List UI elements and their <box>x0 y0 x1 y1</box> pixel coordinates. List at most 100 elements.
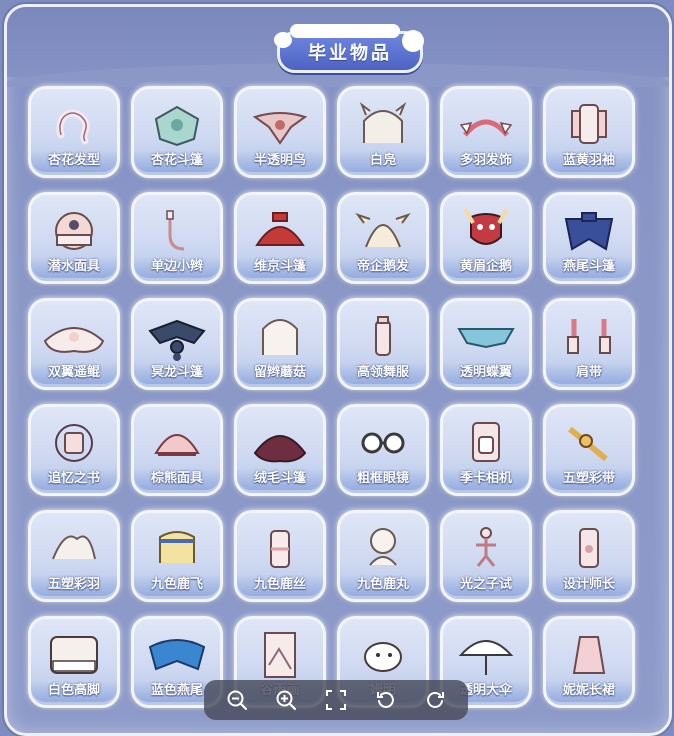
image-viewer-toolbar <box>204 680 468 720</box>
item-card[interactable]: 五塑彩带 <box>543 404 635 496</box>
white-piano-icon <box>31 625 117 679</box>
colored-feather-hair-icon <box>31 519 117 573</box>
item-label: 潜水面具 <box>31 256 117 278</box>
swallowtail-cape-icon <box>546 201 632 255</box>
item-label: 白凫 <box>340 150 426 172</box>
apricot-cape-icon <box>134 95 220 149</box>
multi-feather-hairband-icon <box>443 95 529 149</box>
zoom-out-button[interactable] <box>222 685 252 715</box>
item-label: 高领舞服 <box>340 362 426 384</box>
item-label: 多羽发饰 <box>443 150 529 172</box>
designer-outfit-icon <box>546 519 632 573</box>
item-card[interactable]: 单边小辫 <box>131 192 223 284</box>
item-label: 季卡相机 <box>443 468 529 490</box>
snow-decoration <box>290 24 400 38</box>
rotate-right-button[interactable] <box>420 685 450 715</box>
item-label: 蓝黄羽袖 <box>546 150 632 172</box>
yellow-brow-penguin-mask-icon <box>443 201 529 255</box>
translucent-bird-icon <box>237 95 323 149</box>
item-card[interactable]: 追忆之书 <box>28 404 120 496</box>
item-card[interactable]: 粗框眼镜 <box>337 404 429 496</box>
item-label: 九色鹿丸 <box>340 574 426 596</box>
season-camera-icon <box>443 413 529 467</box>
item-label: 妮妮长裙 <box>546 680 632 702</box>
diving-mask-icon <box>31 201 117 255</box>
brown-bear-mask-icon <box>134 413 220 467</box>
emperor-penguin-hair-icon <box>340 201 426 255</box>
item-card[interactable]: 留辫蘑菇 <box>234 298 326 390</box>
apricot-hair-icon <box>31 95 117 149</box>
item-label: 五塑彩带 <box>546 468 632 490</box>
transparent-butterfly-wing-icon <box>443 307 529 361</box>
item-label: 棕熊面具 <box>134 468 220 490</box>
side-braid-icon <box>134 201 220 255</box>
item-card[interactable]: 棕熊面具 <box>131 404 223 496</box>
zoom-in-icon <box>276 690 297 711</box>
item-label: 追忆之书 <box>31 468 117 490</box>
item-card[interactable]: 设计师长 <box>543 510 635 602</box>
item-card[interactable]: 双翼遥鲲 <box>28 298 120 390</box>
item-card[interactable]: 肩带 <box>543 298 635 390</box>
white-duck-hat-icon <box>340 95 426 149</box>
item-card[interactable]: 多羽发饰 <box>440 86 532 178</box>
fit-screen-button[interactable] <box>321 685 351 715</box>
title-badge: 毕业物品 <box>274 24 424 73</box>
item-card[interactable]: 帝企鹅发 <box>337 192 429 284</box>
item-label: 光之子试 <box>443 574 529 596</box>
item-label: 留辫蘑菇 <box>237 362 323 384</box>
item-card[interactable]: 光之子试 <box>440 510 532 602</box>
item-label: 双翼遥鲲 <box>31 362 117 384</box>
fullscreen-icon <box>325 690 346 710</box>
item-card[interactable]: 绒毛斗篷 <box>234 404 326 496</box>
item-card[interactable]: 高领舞服 <box>337 298 429 390</box>
item-label: 肩带 <box>546 362 632 384</box>
item-card[interactable]: 潜水面具 <box>28 192 120 284</box>
ribbon-prop-icon <box>546 413 632 467</box>
item-card[interactable]: 五塑彩羽 <box>28 510 120 602</box>
item-card[interactable]: 蓝黄羽袖 <box>543 86 635 178</box>
deer-cape-icon <box>134 519 220 573</box>
krill-cape-icon <box>134 307 220 361</box>
item-card[interactable]: 黄眉企鹅 <box>440 192 532 284</box>
thick-glasses-icon <box>340 413 426 467</box>
braid-mushroom-hair-icon <box>237 307 323 361</box>
item-label: 半透明鸟 <box>237 150 323 172</box>
painting-frame-icon <box>237 625 323 679</box>
item-card[interactable]: 半透明鸟 <box>234 86 326 178</box>
item-card[interactable]: 维京斗篷 <box>234 192 326 284</box>
item-card[interactable]: 杏花发型 <box>28 86 120 178</box>
snow-decoration <box>274 32 292 48</box>
item-card[interactable]: 燕尾斗篷 <box>543 192 635 284</box>
item-label: 白色高脚 <box>31 680 117 702</box>
item-card[interactable]: 九色鹿丝 <box>234 510 326 602</box>
item-label: 五塑彩羽 <box>31 574 117 596</box>
moomin-hat-icon <box>340 625 426 679</box>
zoom-in-button[interactable] <box>271 685 301 715</box>
deer-bun-hair-icon <box>340 519 426 573</box>
item-card[interactable]: 冥龙斗篷 <box>131 298 223 390</box>
item-label: 单边小辫 <box>134 256 220 278</box>
item-label: 帝企鹅发 <box>340 256 426 278</box>
panel-title: 毕业物品 <box>308 43 392 64</box>
child-of-light-statue-icon <box>443 519 529 573</box>
item-label: 黄眉企鹅 <box>443 256 529 278</box>
item-card[interactable]: 白色高脚 <box>28 616 120 708</box>
long-dress-icon <box>546 625 632 679</box>
item-card[interactable]: 九色鹿丸 <box>337 510 429 602</box>
shoulder-strap-icon <box>546 307 632 361</box>
item-card[interactable]: 杏花斗篷 <box>131 86 223 178</box>
item-label: 九色鹿飞 <box>134 574 220 596</box>
blue-swallowtail-cape-icon <box>134 625 220 679</box>
item-card[interactable]: 季卡相机 <box>440 404 532 496</box>
item-label: 杏花斗篷 <box>134 150 220 172</box>
item-card[interactable]: 透明蝶翼 <box>440 298 532 390</box>
item-label: 九色鹿丝 <box>237 574 323 596</box>
rotate-left-button[interactable] <box>371 685 401 715</box>
rotate-left-icon <box>376 692 394 708</box>
viking-cape-icon <box>237 201 323 255</box>
item-card[interactable]: 九色鹿飞 <box>131 510 223 602</box>
rotate-right-icon <box>427 692 445 708</box>
item-card[interactable]: 妮妮长裙 <box>543 616 635 708</box>
zoom-out-icon <box>227 690 247 711</box>
item-card[interactable]: 白凫 <box>337 86 429 178</box>
